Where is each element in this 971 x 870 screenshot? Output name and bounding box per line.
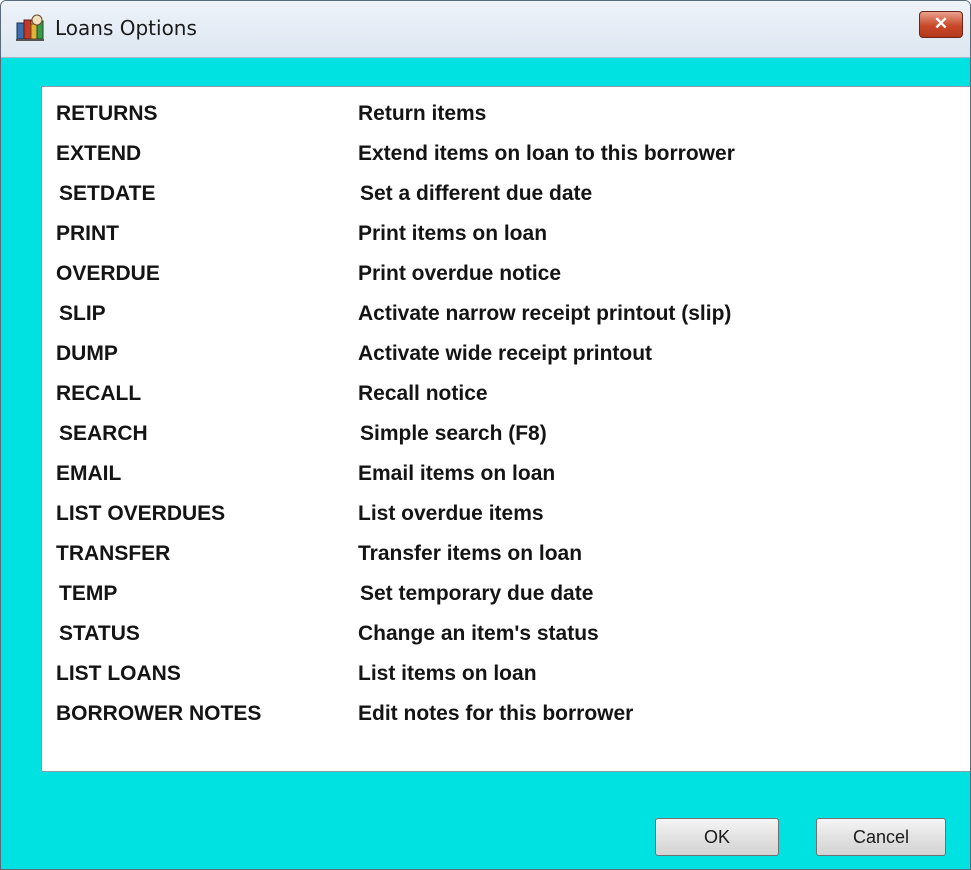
option-code: EMAIL: [56, 462, 122, 485]
option-row-overdue[interactable]: OVERDUE Print overdue notice: [42, 262, 970, 302]
option-row-list-overdues[interactable]: LIST OVERDUES List overdue items: [42, 502, 970, 542]
option-description: Extend items on loan to this borrower: [358, 142, 735, 165]
option-description: Activate wide receipt printout: [358, 342, 653, 365]
option-row-search[interactable]: SEARCH Simple search (F8): [42, 422, 970, 462]
option-row-borrower-notes[interactable]: BORROWER NOTES Edit notes for this borro…: [42, 702, 970, 742]
option-description: Transfer items on loan: [358, 542, 583, 565]
title-bar[interactable]: Loans Options ✕: [1, 1, 970, 58]
option-code: TEMP: [59, 582, 118, 605]
option-code: DUMP: [56, 342, 118, 365]
option-description: List overdue items: [358, 502, 544, 525]
option-row-setdate[interactable]: SETDATE Set a different due date: [42, 182, 970, 222]
window-title: Loans Options: [55, 16, 197, 40]
option-description: Set temporary due date: [360, 582, 594, 605]
option-description: List items on loan: [358, 662, 537, 685]
ok-button[interactable]: OK: [655, 818, 779, 856]
option-code: STATUS: [59, 622, 140, 645]
option-row-slip[interactable]: SLIP Activate narrow receipt printout (s…: [42, 302, 970, 342]
option-code: EXTEND: [56, 142, 142, 165]
option-description: Simple search (F8): [360, 422, 547, 445]
option-description: Edit notes for this borrower: [358, 702, 634, 725]
option-row-email[interactable]: EMAIL Email items on loan: [42, 462, 970, 502]
option-code: OVERDUE: [56, 262, 160, 285]
loans-options-dialog: Loans Options ✕ RETURNS Return items EXT…: [0, 0, 971, 870]
dialog-client-area: RETURNS Return items EXTEND Extend items…: [1, 58, 970, 869]
option-description: Return items: [358, 102, 487, 125]
option-row-dump[interactable]: DUMP Activate wide receipt printout: [42, 342, 970, 382]
option-description: Email items on loan: [358, 462, 556, 485]
option-row-print[interactable]: PRINT Print items on loan: [42, 222, 970, 262]
cancel-button[interactable]: Cancel: [816, 818, 946, 856]
option-row-list-loans[interactable]: LIST LOANS List items on loan: [42, 662, 970, 702]
options-list: RETURNS Return items EXTEND Extend items…: [41, 86, 970, 772]
option-row-recall[interactable]: RECALL Recall notice: [42, 382, 970, 422]
option-code: BORROWER NOTES: [56, 702, 262, 725]
option-row-status[interactable]: STATUS Change an item's status: [42, 622, 970, 662]
library-app-icon: [16, 14, 44, 41]
option-code: TRANSFER: [56, 542, 171, 565]
option-row-extend[interactable]: EXTEND Extend items on loan to this borr…: [42, 142, 970, 182]
option-row-returns[interactable]: RETURNS Return items: [42, 102, 970, 142]
option-description: Set a different due date: [360, 182, 593, 205]
option-code: RETURNS: [56, 102, 158, 125]
option-row-temp[interactable]: TEMP Set temporary due date: [42, 582, 970, 622]
close-icon: ✕: [933, 14, 949, 33]
option-description: Change an item's status: [358, 622, 599, 645]
option-description: Print items on loan: [358, 222, 548, 245]
option-code: SEARCH: [59, 422, 148, 445]
option-code: LIST LOANS: [56, 662, 181, 685]
option-code: RECALL: [56, 382, 142, 405]
option-code: SETDATE: [59, 182, 156, 205]
option-description: Print overdue notice: [358, 262, 562, 285]
option-code: PRINT: [56, 222, 119, 245]
option-code: LIST OVERDUES: [56, 502, 226, 525]
option-description: Activate narrow receipt printout (slip): [358, 302, 732, 325]
option-code: SLIP: [59, 302, 106, 325]
option-description: Recall notice: [358, 382, 488, 405]
option-row-transfer[interactable]: TRANSFER Transfer items on loan: [42, 542, 970, 582]
close-button[interactable]: ✕: [919, 11, 963, 38]
